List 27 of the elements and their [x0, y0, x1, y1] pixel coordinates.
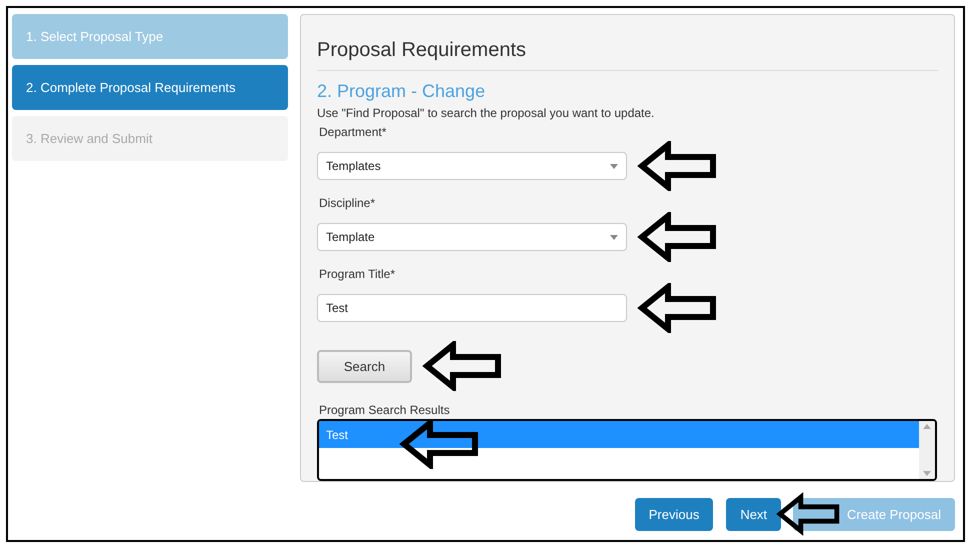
dropdown[interactable]: Template — [317, 223, 627, 251]
scroll-down-icon[interactable] — [923, 471, 931, 476]
nav-button[interactable]: Previous — [634, 498, 714, 530]
field-label: Department* — [319, 125, 388, 139]
section-title: 2. Program - Change — [317, 81, 486, 102]
input-field[interactable]: Test — [317, 294, 627, 322]
list-item[interactable]: Test — [319, 421, 919, 448]
arrow-icon — [776, 492, 840, 536]
panel-title: Proposal Requirements — [317, 39, 938, 71]
nav-button[interactable]: Next — [726, 498, 782, 530]
list-label: Program Search Results — [319, 403, 451, 417]
arrow-icon — [399, 421, 479, 469]
search-button[interactable]: Search — [317, 350, 412, 382]
scroll-up-icon[interactable] — [923, 424, 931, 429]
field-label: Program Title* — [319, 267, 396, 281]
arrow-icon — [637, 141, 717, 191]
caret-icon — [610, 164, 618, 168]
arrow-icon — [637, 283, 717, 333]
results-list[interactable]: Test — [317, 419, 937, 481]
arrow-icon — [422, 341, 502, 391]
arrow-icon — [637, 212, 717, 262]
step-tab[interactable]: 2. Complete Proposal Requirements — [12, 65, 288, 110]
field-label: Discipline* — [319, 196, 376, 210]
caret-icon — [610, 234, 618, 240]
scrollbar[interactable] — [919, 421, 935, 479]
instructions: Use "Find Proposal" to search the proposal you want to update. — [317, 106, 656, 120]
dropdown[interactable]: Templates — [317, 152, 627, 180]
